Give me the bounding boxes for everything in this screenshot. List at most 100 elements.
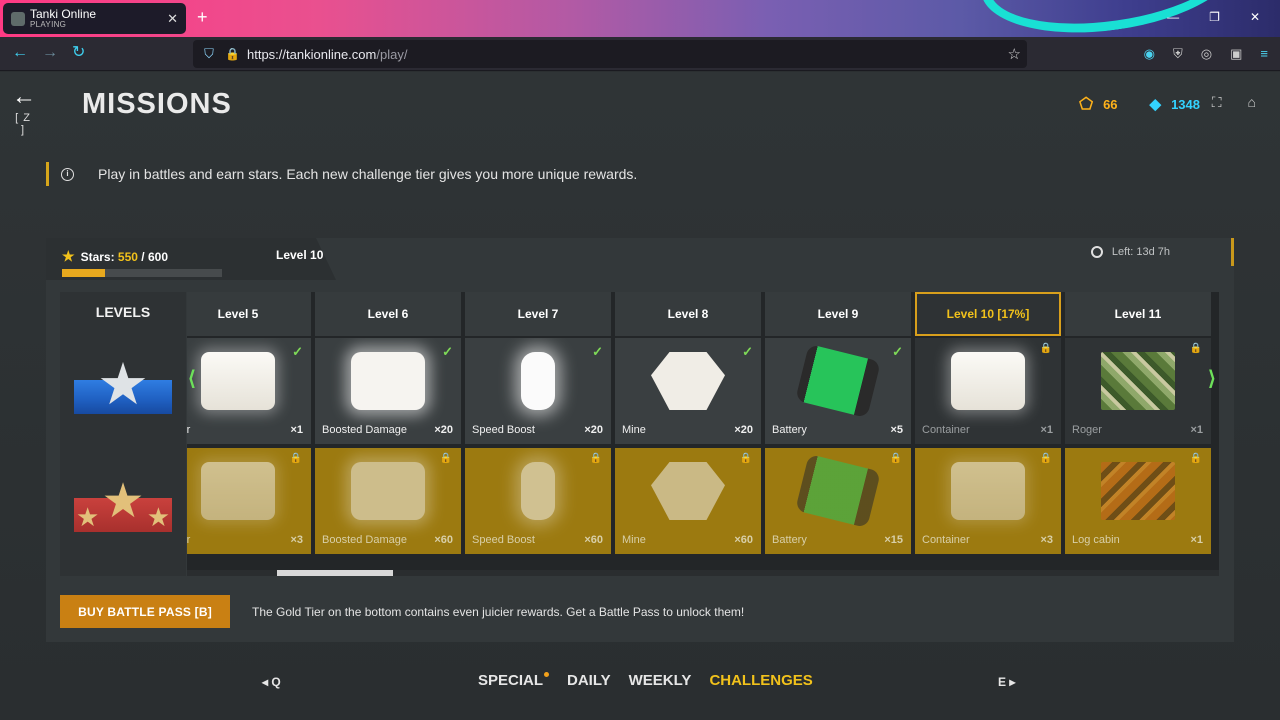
boost-icon <box>351 352 425 410</box>
free-reward-cell[interactable]: Container ×1 🔒 <box>915 338 1061 444</box>
time-left-text: Left: 13d 7h <box>1111 246 1170 258</box>
battery-icon <box>795 343 881 419</box>
challenges-panel: ★ Stars: 550 / 600 Level 10 Left: 13d 7h… <box>46 238 1234 642</box>
restore-icon[interactable]: ❐ <box>1209 10 1220 24</box>
reward-name: Speed Boost <box>472 424 535 436</box>
address-bar[interactable]: ⛉ 🔒 https://tankionline.com/play/ ☆ <box>193 40 1027 68</box>
tab-daily[interactable]: DAILY <box>567 672 611 689</box>
close-tab-icon[interactable]: ✕ <box>167 11 178 27</box>
ublock-icon[interactable]: ⛨ <box>1173 46 1183 62</box>
scroll-thumb[interactable] <box>277 570 393 576</box>
free-reward-cell[interactable]: Roger ×1 🔒 <box>1065 338 1211 444</box>
forward-arrow-icon[interactable]: → <box>42 45 58 61</box>
shield-icon[interactable]: ⛉ <box>201 46 217 62</box>
url-path: /play/ <box>376 46 408 62</box>
gold-tier-medal-icon: ★ ★ ★ <box>74 475 172 532</box>
reload-icon[interactable]: ↻ <box>72 45 85 61</box>
battery-icon <box>795 453 881 529</box>
gold-reward-cell[interactable]: iner ×3 🔒 <box>187 448 311 554</box>
reward-name: iner <box>187 424 191 436</box>
tab-weekly[interactable]: WEEKLY <box>629 672 692 689</box>
darkreader-icon[interactable]: ▣ <box>1230 46 1242 62</box>
prev-tab-key[interactable]: ◂ Q <box>262 675 281 689</box>
bookmark-star-icon[interactable]: ☆ <box>1008 45 1021 63</box>
mission-tabs: ◂ Q SPECIAL DAILY WEEKLY CHALLENGES E ▸ <box>0 672 1280 694</box>
gold-reward-cell[interactable]: Boosted Damage ×60 🔒 <box>315 448 461 554</box>
reward-name: Battery <box>772 424 807 436</box>
free-reward-cell[interactable]: Boosted Damage ×20 ✓ <box>315 338 461 444</box>
minimize-icon[interactable]: — <box>1167 10 1179 24</box>
crystal-value: 1348 <box>1171 96 1200 112</box>
home-icon[interactable]: ⌂ <box>1248 94 1256 111</box>
reward-quantity: ×3 <box>290 534 303 546</box>
next-tab-key[interactable]: E ▸ <box>998 675 1015 689</box>
reward-name: Log cabin <box>1072 534 1120 546</box>
level-header: Level 5 <box>187 292 311 336</box>
star-icon: ★ <box>62 248 75 264</box>
checkmark-icon: ✓ <box>892 344 903 359</box>
pocket-icon[interactable]: ◉ <box>1144 46 1155 62</box>
reward-quantity: ×60 <box>584 534 603 546</box>
stars-progress-text: ★ Stars: 550 / 600 <box>62 248 168 265</box>
reward-quantity: ×1 <box>290 424 303 436</box>
level-header: Level 6 <box>315 292 461 336</box>
stars-progress-bar <box>62 269 222 277</box>
reward-quantity: ×60 <box>434 534 453 546</box>
tab-special[interactable]: SPECIAL <box>478 672 550 689</box>
levels-column: LEVELS ★ ★ ★ ★ <box>60 292 186 576</box>
lock-icon: 🔒 <box>289 453 302 464</box>
gold-reward-cell[interactable]: Speed Boost ×60 🔒 <box>465 448 611 554</box>
levels-title: LEVELS <box>95 304 151 320</box>
menu-icon[interactable]: ≡ <box>1260 46 1268 62</box>
reward-name: Container <box>922 424 970 436</box>
current-level: Level 10 <box>276 248 324 262</box>
browser-nav-bar: ← → ↻ ⛉ 🔒 https://tankionline.com/play/ … <box>0 37 1280 71</box>
free-reward-cell[interactable]: iner ×1 ✓ <box>187 338 311 444</box>
crate-icon <box>201 352 275 410</box>
logcabin-icon <box>1101 462 1175 520</box>
scroll-right-icon[interactable]: ⟩ <box>1208 366 1216 391</box>
stars-label: Stars: <box>80 249 115 264</box>
back-arrow-icon[interactable]: ← <box>12 45 28 61</box>
free-reward-cell[interactable]: Speed Boost ×20 ✓ <box>465 338 611 444</box>
checkmark-icon: ✓ <box>742 344 753 359</box>
close-window-icon[interactable]: ✕ <box>1250 10 1260 24</box>
reward-quantity: ×1 <box>1040 424 1053 436</box>
fullscreen-icon[interactable]: ⛶ <box>1212 94 1222 111</box>
reward-quantity: ×1 <box>1190 534 1203 546</box>
progress-fill <box>62 269 106 277</box>
gold-reward-cell[interactable]: Mine ×60 🔒 <box>615 448 761 554</box>
lock-icon[interactable]: 🔒 <box>225 47 240 61</box>
tab-challenges[interactable]: CHALLENGES <box>709 672 812 689</box>
boost-icon <box>351 462 425 520</box>
rewards-grid[interactable]: Level 5iner×1✓iner×3🔒Level 6Boosted Dama… <box>187 292 1219 576</box>
level-header: Level 11 <box>1065 292 1211 336</box>
reward-quantity: ×20 <box>734 424 753 436</box>
gold-reward-cell[interactable]: Log cabin ×1 🔒 <box>1065 448 1211 554</box>
free-reward-cell[interactable]: Mine ×20 ✓ <box>615 338 761 444</box>
buy-battle-pass-button[interactable]: BUY BATTLE PASS [B] <box>60 595 230 628</box>
scroll-left-icon[interactable]: ⟨ <box>188 366 196 391</box>
rewards-scrollbar[interactable] <box>187 570 1219 576</box>
reward-name: Boosted Damage <box>322 534 407 546</box>
free-reward-cell[interactable]: Battery ×5 ✓ <box>765 338 911 444</box>
gold-reward-cell[interactable]: Battery ×15 🔒 <box>765 448 911 554</box>
back-button[interactable]: ← [ Z ] <box>12 85 36 137</box>
reward-name: Container <box>922 534 970 546</box>
info-banner: i Play in battles and earn stars. Each n… <box>46 162 637 186</box>
checkmark-icon: ✓ <box>292 344 303 359</box>
reward-name: Mine <box>622 424 646 436</box>
page-title: MISSIONS <box>82 88 232 120</box>
reward-quantity: ×15 <box>884 534 903 546</box>
level-header: Level 8 <box>615 292 761 336</box>
extension-icon[interactable]: ◎ <box>1201 46 1212 62</box>
url-host: https://tankionline.com <box>247 46 377 62</box>
reward-name: Speed Boost <box>472 534 535 546</box>
browser-tab[interactable]: Tanki Online PLAYING ✕ <box>3 3 186 34</box>
new-tab-icon[interactable]: + <box>197 8 208 26</box>
reward-quantity: ×1 <box>1190 424 1203 436</box>
level-header: Level 9 <box>765 292 911 336</box>
star-currency-value: 66 <box>1103 96 1118 112</box>
gold-reward-cell[interactable]: Container ×3 🔒 <box>915 448 1061 554</box>
lock-icon: 🔒 <box>1039 343 1052 354</box>
